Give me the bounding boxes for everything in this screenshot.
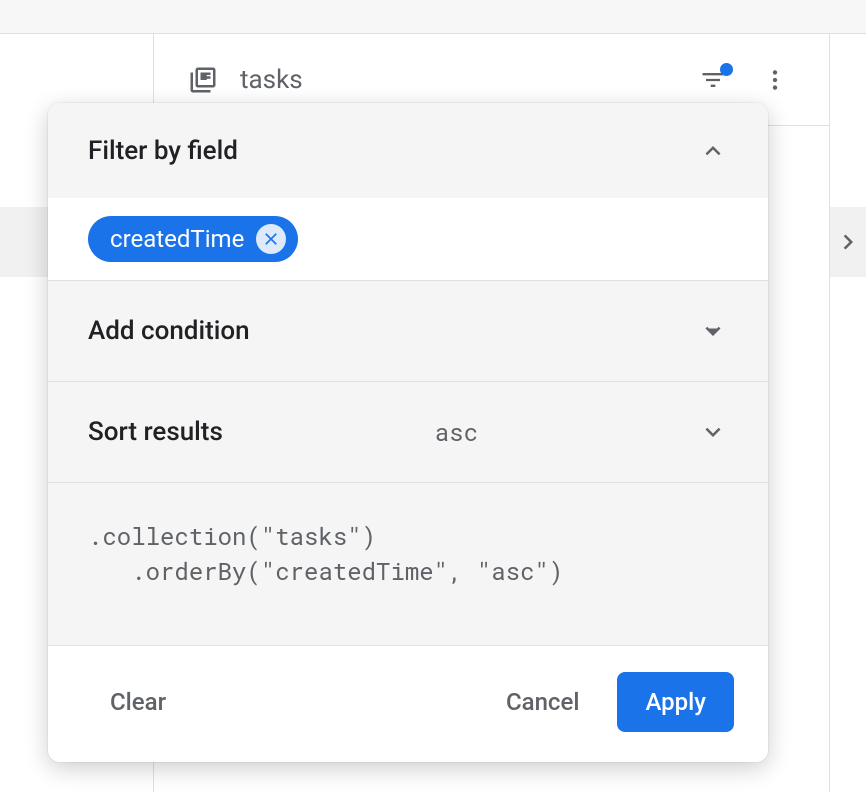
filter-panel: Filter by field createdTime Add conditio…	[48, 103, 768, 762]
apply-button[interactable]: Apply	[617, 672, 734, 732]
filter-chip-createdTime[interactable]: createdTime	[88, 216, 298, 262]
sort-results-title: Sort results	[88, 417, 435, 447]
top-strip	[0, 0, 866, 34]
right-column	[830, 34, 866, 792]
more-menu-button[interactable]	[755, 60, 795, 100]
filter-button[interactable]	[693, 60, 733, 100]
chevron-down-icon	[698, 417, 728, 447]
panel-actions: Clear Cancel Apply	[48, 646, 768, 762]
add-condition-title: Add condition	[88, 316, 698, 346]
add-condition-section: Add condition	[48, 281, 768, 382]
chevron-down-icon	[698, 316, 728, 346]
chip-label: createdTime	[110, 225, 244, 253]
query-code-preview: .collection("tasks") .orderBy("createdTi…	[48, 483, 768, 646]
filter-by-field-section: Filter by field createdTime	[48, 103, 768, 281]
chevron-up-icon	[698, 136, 728, 166]
right-highlight-row[interactable]	[830, 207, 866, 277]
sort-results-value: asc	[435, 416, 478, 448]
add-condition-header[interactable]: Add condition	[48, 281, 768, 381]
clear-button[interactable]: Clear	[82, 672, 194, 732]
chip-remove-button[interactable]	[256, 224, 286, 254]
collection-icon	[188, 65, 218, 95]
filter-by-field-title: Filter by field	[88, 136, 698, 166]
filter-by-field-header[interactable]: Filter by field	[48, 103, 768, 198]
chevron-right-icon	[833, 227, 863, 257]
sort-results-section: Sort results asc	[48, 382, 768, 483]
cancel-button[interactable]: Cancel	[478, 672, 607, 732]
collection-title: tasks	[240, 65, 671, 95]
filter-chip-row: createdTime	[48, 198, 768, 280]
filter-active-indicator	[720, 63, 733, 76]
sort-results-header[interactable]: Sort results asc	[48, 382, 768, 482]
